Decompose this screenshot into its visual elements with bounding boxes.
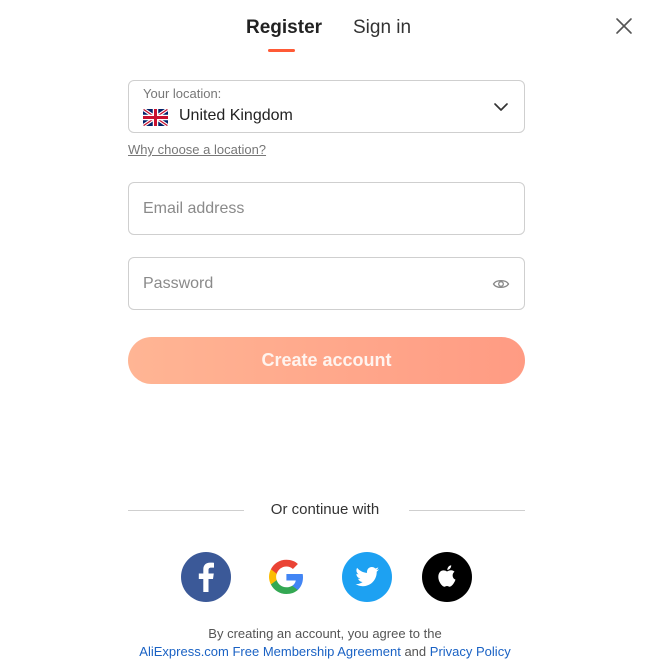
continue-with-label: Or continue with — [270, 501, 380, 518]
chevron-down-icon — [494, 103, 508, 111]
tab-signin[interactable]: Sign in — [353, 16, 411, 40]
terms-prefix: By creating an account, you agree to the — [208, 626, 442, 641]
apple-icon — [438, 565, 456, 587]
location-value: United Kingdom — [179, 107, 293, 124]
divider-right — [409, 510, 525, 511]
location-label: Your location: — [143, 86, 222, 101]
privacy-policy-link[interactable]: Privacy Policy — [430, 644, 511, 659]
email-input[interactable] — [128, 182, 525, 235]
location-select[interactable]: Your location: United Kingdom — [128, 80, 525, 133]
active-tab-indicator — [268, 49, 295, 52]
close-button[interactable] — [614, 16, 634, 36]
terms-links-line: AliExpress.com Free Membership Agreement… — [0, 643, 650, 661]
why-location-link[interactable]: Why choose a location? — [128, 142, 266, 157]
close-icon — [616, 18, 632, 34]
twitter-icon — [355, 567, 379, 587]
membership-agreement-link[interactable]: AliExpress.com Free Membership Agreement — [139, 644, 401, 659]
uk-flag-icon — [143, 109, 168, 126]
terms-text: By creating an account, you agree to the… — [0, 625, 650, 661]
auth-tabs: Register Sign in — [0, 16, 650, 56]
create-account-button[interactable]: Create account — [128, 337, 525, 384]
google-login-button[interactable] — [261, 552, 311, 602]
eye-icon[interactable] — [492, 275, 510, 293]
terms-and: and — [404, 644, 427, 659]
google-icon — [269, 559, 303, 594]
tab-register[interactable]: Register — [246, 16, 322, 40]
twitter-login-button[interactable] — [342, 552, 392, 602]
facebook-login-button[interactable] — [181, 552, 231, 602]
facebook-icon — [198, 562, 214, 592]
apple-login-button[interactable] — [422, 552, 472, 602]
password-input[interactable] — [128, 257, 525, 310]
